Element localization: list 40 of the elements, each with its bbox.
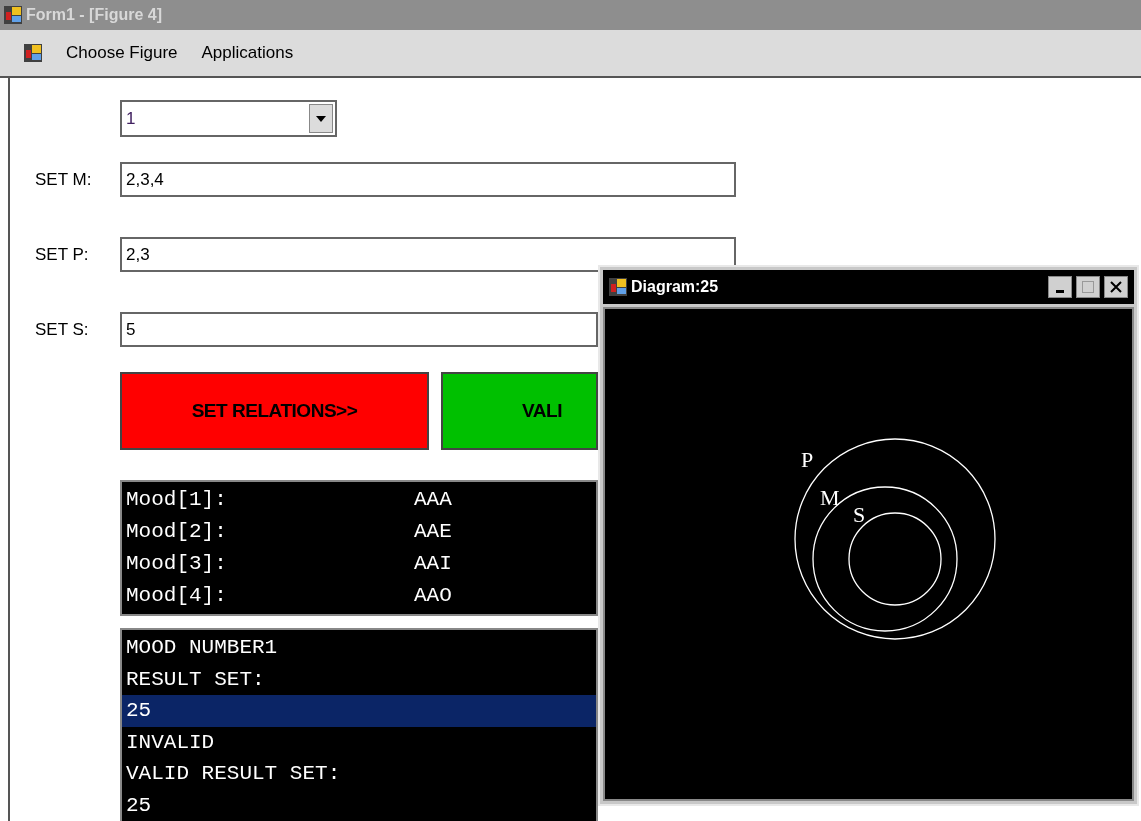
mood-code: AAI <box>414 551 452 577</box>
result-line[interactable]: MOOD NUMBER1 <box>122 632 596 664</box>
window-title: Form1 - [Figure 4] <box>26 5 162 25</box>
set-label: S <box>853 502 866 527</box>
diagram-title: Diagram:25 <box>631 277 720 297</box>
dropdown-value: 1 <box>125 107 137 130</box>
set-label: M <box>820 485 840 510</box>
result-line[interactable]: VALID RESULT SET: <box>122 758 596 790</box>
field-label: SET P: <box>34 243 90 266</box>
result-line[interactable]: 25 <box>122 789 596 821</box>
maximize-icon <box>1082 281 1094 293</box>
result-line[interactable]: RESULT SET: <box>122 663 596 695</box>
result-list[interactable]: MOOD NUMBER1 RESULT SET: 25 INVALID VALID RESULT SET: 25 <box>120 628 598 821</box>
menu-item[interactable]: Choose Figure <box>66 40 178 66</box>
minimize-icon <box>1056 290 1064 293</box>
set-input-field[interactable]: 2,3 <box>120 237 736 272</box>
close-button[interactable] <box>1104 276 1128 298</box>
result-line[interactable]: INVALID <box>122 726 596 758</box>
menu-item[interactable]: Applications <box>201 40 294 66</box>
field-label: SET S: <box>34 318 90 341</box>
mood-label: Mood[3]: <box>126 551 228 577</box>
mood-list[interactable]: Mood[1]: AAA Mood[2]: AAE Mood[3]: AAI Mood[4]: AAO <box>120 480 598 616</box>
app-icon <box>4 6 22 24</box>
action-button[interactable]: SET RELATIONS>> <box>120 372 429 450</box>
mood-code: AAE <box>414 519 452 545</box>
action-button[interactable]: VALI <box>441 372 598 450</box>
field-label: SET M: <box>34 168 93 191</box>
mood-label: Mood[2]: <box>126 519 228 545</box>
form-icon <box>24 44 42 62</box>
diagram-app-icon <box>609 278 627 296</box>
mood-label: Mood[1]: <box>126 487 228 513</box>
mood-label: Mood[4]: <box>126 583 228 609</box>
set-label: P <box>801 447 814 472</box>
close-icon <box>1110 281 1122 293</box>
mood-code: AAA <box>414 487 452 513</box>
mood-code: AAO <box>414 583 452 609</box>
figure-dropdown[interactable]: 1 <box>120 100 337 137</box>
set-input-field[interactable]: 5 <box>120 312 598 347</box>
set-input-field[interactable]: 2,3,4 <box>120 162 736 197</box>
minimize-button[interactable] <box>1048 276 1072 298</box>
